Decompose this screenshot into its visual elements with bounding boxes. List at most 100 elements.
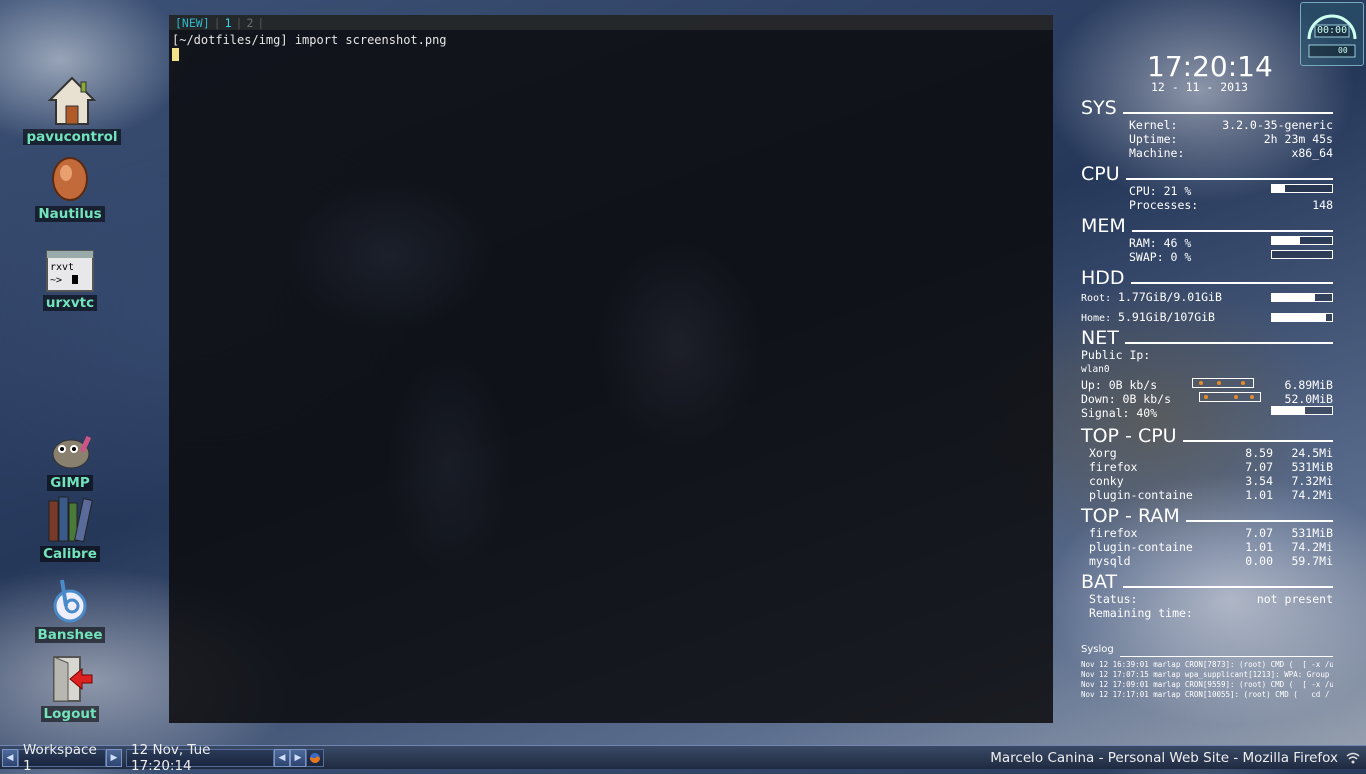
gimp-icon — [52, 435, 92, 469]
desktop-icon-urxvtc[interactable]: rxvt ~> urxvtc — [30, 250, 110, 311]
process-mem: 59.7Mi — [1291, 554, 1333, 568]
process-cpu: 1.01 — [1245, 488, 1273, 502]
workspace-next-button[interactable]: ▶ — [106, 748, 122, 767]
kernel-value: 3.2.0-35-generic — [1222, 118, 1333, 132]
desktop-icon-pavucontrol[interactable]: pavucontrol — [20, 76, 124, 145]
section-rule — [1182, 440, 1333, 442]
process-cpu: 7.07 — [1245, 526, 1273, 540]
section-rule — [1123, 586, 1333, 588]
desktop-icon-nautilus[interactable]: Nautilus — [30, 155, 110, 222]
hdd-section: HDD Root: 1.77GiB/9.01GiB Home: 5.91GiB/… — [1081, 268, 1333, 328]
machine-value: x86_64 — [1291, 146, 1333, 160]
bat-status-value: not present — [1256, 592, 1333, 606]
uptime-value: 2h 23m 45s — [1263, 132, 1333, 146]
home-value: 5.91GiB/107GiB — [1118, 310, 1215, 324]
upload-label: Up: 0B kb/s — [1081, 378, 1158, 392]
desktop-icon-label: pavucontrol — [23, 129, 121, 145]
kernel-label: Kernel: — [1129, 118, 1178, 132]
process-name: plugin-containe — [1089, 488, 1193, 502]
conky-monitor: 17:20:14 12 - 11 - 2013 SYS Kernel: 3.2.0… — [1081, 0, 1333, 700]
bar-fill — [1272, 314, 1326, 321]
wifi-icon[interactable] — [1344, 752, 1362, 764]
cpu-usage-bar — [1271, 184, 1333, 193]
logout-icon — [53, 656, 93, 702]
terminal-tab-bar: [NEW] | 1 | 2 | — [169, 15, 1053, 30]
taskbar-clock[interactable]: 12 Nov, Tue 17:20:14 — [126, 742, 274, 774]
syslog-section: Syslog Nov 12 16:39:01 marlap CRON[7873]… — [1081, 640, 1333, 700]
task-prev-button[interactable]: ◀ — [274, 748, 290, 767]
tab-separator: | — [235, 15, 243, 30]
desktop-icon-gimp[interactable]: GIMP — [30, 432, 110, 491]
swap-bar — [1271, 250, 1333, 259]
process-cpu: 7.07 — [1245, 460, 1273, 474]
root-value: 1.77GiB/9.01GiB — [1118, 290, 1222, 304]
desktop-icon-banshee[interactable]: Banshee — [30, 576, 110, 643]
section-rule — [1131, 230, 1333, 232]
workspace-switcher[interactable]: Workspace 1 — [18, 742, 106, 774]
signal-bar — [1271, 406, 1333, 415]
process-row: mysqld 0.00 59.7Mi — [1089, 554, 1333, 568]
machine-label: Machine: — [1129, 146, 1185, 160]
nautilus-icon — [52, 157, 88, 201]
wifi-icon-glyph — [1346, 752, 1360, 763]
workspace-prev-button[interactable]: ◀ — [2, 748, 18, 767]
terminal-cursor — [172, 48, 179, 61]
firefox-icon — [310, 752, 320, 763]
process-row: firefox 7.07 531MiB — [1089, 526, 1333, 540]
desktop-icon-label: urxvtc — [42, 295, 98, 311]
tab-new[interactable]: [NEW] — [171, 16, 214, 30]
svg-text:~>: ~> — [50, 275, 62, 286]
top-ram-title: TOP - RAM — [1081, 505, 1180, 527]
desktop-icon-calibre[interactable]: Calibre — [30, 495, 110, 562]
bat-title: BAT — [1081, 571, 1118, 593]
top-cpu-title: TOP - CPU — [1081, 425, 1177, 447]
hdd-title: HDD — [1081, 267, 1125, 289]
bar-fill — [1272, 407, 1305, 414]
syslog-line: Nov 12 17:07:15 marlap wpa_supplicant[12… — [1081, 670, 1333, 679]
process-name: plugin-containe — [1089, 540, 1193, 554]
svg-text:rxvt: rxvt — [50, 262, 74, 273]
section-rule — [1124, 342, 1333, 344]
desktop-icon-label: GIMP — [47, 475, 93, 491]
syslog-line: Nov 12 17:09:01 marlap CRON[9559]: (root… — [1081, 680, 1333, 689]
bat-remaining-label: Remaining time: — [1089, 606, 1193, 620]
section-rule — [1122, 112, 1333, 114]
process-name: firefox — [1089, 460, 1138, 474]
processes-value: 148 — [1312, 198, 1333, 212]
section-rule — [1185, 520, 1333, 522]
section-rule — [1125, 178, 1333, 180]
download-graph — [1198, 392, 1261, 402]
signal-label: Signal: 40% — [1081, 406, 1158, 420]
ram-label: RAM: 46 % — [1129, 236, 1192, 250]
active-window-title: Marcelo Canina - Personal Web Site - Moz… — [990, 749, 1338, 766]
download-total: 52.0MiB — [1284, 392, 1333, 406]
cpu-title: CPU — [1081, 163, 1120, 185]
syslog-title: Syslog — [1081, 644, 1114, 655]
mem-title: MEM — [1081, 215, 1126, 237]
tab-separator: | — [213, 15, 221, 30]
process-mem: 74.2Mi — [1291, 540, 1333, 554]
firefox-task-button[interactable] — [306, 748, 324, 767]
taskbar: ◀ Workspace 1 ▶ 12 Nov, Tue 17:20:14 ◀ ▶… — [0, 742, 1366, 774]
desktop-icon-label: Nautilus — [35, 206, 105, 222]
terminal-window[interactable]: [NEW] | 1 | 2 | [~/dotfiles/img] import … — [169, 15, 1053, 723]
process-name: firefox — [1089, 526, 1138, 540]
cpu-section: CPU CPU: 21 % Processes: 148 — [1081, 164, 1333, 212]
process-name: mysqld — [1089, 554, 1131, 568]
process-name: conky — [1089, 474, 1124, 488]
tab-2[interactable]: 2 — [242, 16, 257, 30]
tab-1[interactable]: 1 — [221, 16, 236, 30]
sys-section: SYS Kernel: 3.2.0-35-generic Uptime: 2h 23… — [1081, 98, 1333, 160]
books-icon — [48, 496, 93, 543]
process-row: Xorg 8.59 24.5Mi — [1089, 446, 1333, 460]
bat-status-label: Status: — [1089, 592, 1138, 606]
task-next-button[interactable]: ▶ — [290, 748, 306, 767]
desktop-icon-logout[interactable]: Logout — [30, 655, 110, 722]
ram-bar — [1271, 236, 1333, 245]
bar-fill — [1272, 237, 1300, 244]
desktop-icon-label: Banshee — [34, 627, 106, 643]
process-mem: 7.32Mi — [1291, 474, 1333, 488]
tab-separator: | — [257, 15, 265, 30]
bar-fill — [1272, 185, 1285, 192]
process-cpu: 1.01 — [1245, 540, 1273, 554]
